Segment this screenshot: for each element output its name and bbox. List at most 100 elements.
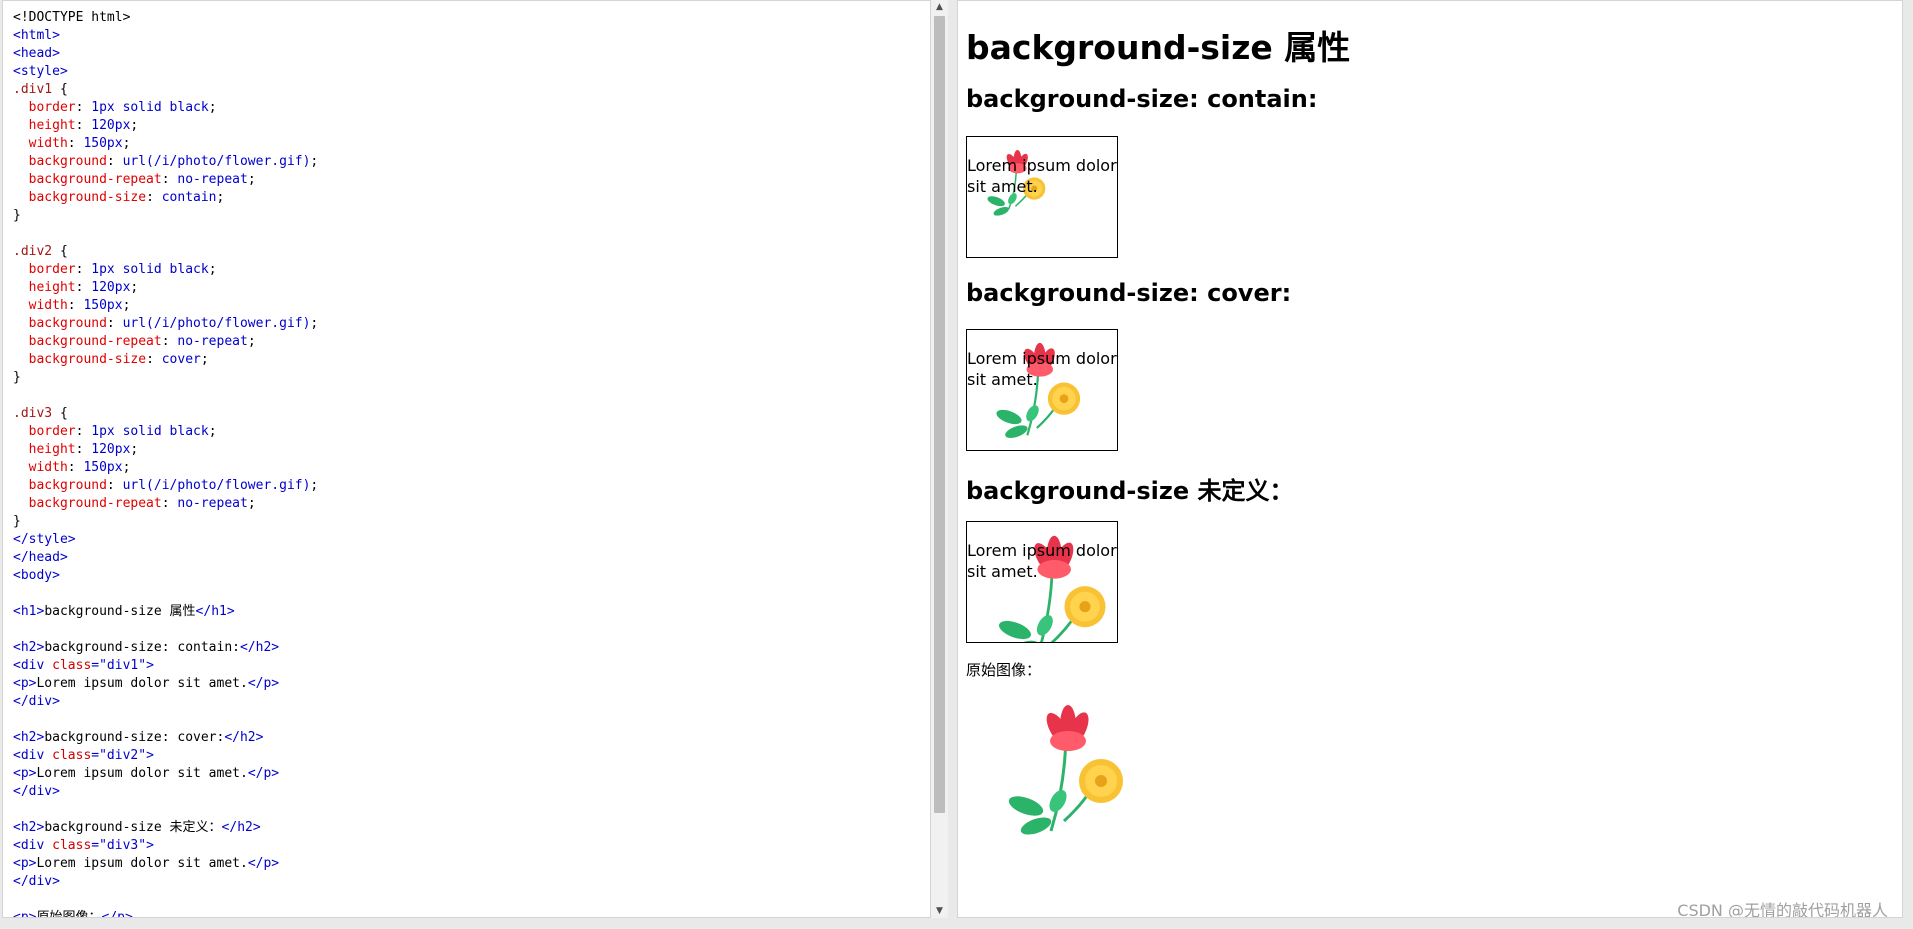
- code-line: <div class="div1">: [13, 657, 318, 675]
- code-token: class: [52, 838, 92, 853]
- code-token: :: [75, 118, 92, 133]
- code-token: 1px solid black: [91, 100, 209, 115]
- code-line: height: 120px;: [13, 441, 318, 459]
- code-line: border: 1px solid black;: [13, 423, 318, 441]
- code-token: </p>: [247, 856, 280, 871]
- code-line: <p>原始图像：</p>: [13, 909, 318, 918]
- code-token: }: [13, 208, 21, 223]
- code-token: class: [52, 748, 92, 763]
- pane-divider[interactable]: [948, 0, 957, 918]
- code-token: ;: [122, 298, 131, 313]
- code-token: url(/i/photo/flower.gif): [122, 154, 311, 169]
- code-token: </div>: [13, 694, 60, 709]
- code-token: }: [13, 514, 21, 529]
- code-token: no-repeat: [177, 496, 248, 511]
- code-line: </head>: [13, 549, 318, 567]
- code-token: background-size: contain:: [44, 640, 240, 655]
- code-token: <div: [13, 838, 53, 853]
- code-token: <h2>: [13, 640, 45, 655]
- code-line: background-size: cover;: [13, 351, 318, 369]
- result-heading-h1: background-size 属性: [966, 28, 1351, 67]
- code-token: <body>: [13, 568, 60, 583]
- code-token: :: [106, 154, 123, 169]
- code-token: </style>: [13, 532, 76, 547]
- scroll-up-icon[interactable]: ▲: [931, 0, 948, 14]
- code-token: =: [91, 658, 100, 673]
- heading-cover: background-size: cover:: [966, 279, 1292, 307]
- code-line: width: 150px;: [13, 459, 318, 477]
- code-line: <!DOCTYPE html>: [13, 9, 318, 27]
- code-line: <head>: [13, 45, 318, 63]
- code-line: .div3 {: [13, 405, 318, 423]
- code-text[interactable]: <!DOCTYPE html> <html> <head> <style> .div1 …: [13, 9, 319, 918]
- code-token: :: [75, 262, 92, 277]
- scroll-thumb[interactable]: [934, 16, 945, 813]
- code-token: .div2: [13, 244, 53, 259]
- code-token: <h2>: [13, 820, 45, 835]
- code-token: ;: [310, 154, 319, 169]
- code-token: <h1>: [13, 604, 45, 619]
- code-token: ;: [208, 100, 217, 115]
- heading-contain: background-size: contain:: [966, 85, 1318, 113]
- code-token: </h2>: [239, 640, 280, 655]
- code-token: :: [75, 100, 92, 115]
- code-token: ;: [310, 316, 319, 331]
- code-token: ;: [122, 460, 131, 475]
- code-token: contain: [161, 190, 217, 205]
- code-token: </p>: [101, 910, 133, 918]
- code-token: <h2>: [13, 730, 45, 745]
- code-line: <h2>background-size: cover:</h2>: [13, 729, 318, 747]
- editor-scrollbar[interactable]: ▲ ▼: [931, 0, 948, 918]
- original-flower-image: [1008, 705, 1123, 835]
- code-token: :: [75, 424, 92, 439]
- result-pane: background-size 属性 background-size: cont…: [957, 0, 1903, 918]
- code-line: width: 150px;: [13, 135, 318, 153]
- code-token: :: [161, 172, 178, 187]
- code-token: <html>: [13, 28, 60, 43]
- code-token: border: [13, 100, 76, 115]
- code-token: "div1": [99, 658, 147, 673]
- code-token: no-repeat: [177, 172, 248, 187]
- code-token: 120px: [91, 118, 131, 133]
- code-token: :: [67, 136, 84, 151]
- code-token: background-size: [13, 190, 147, 205]
- code-token: Lorem ipsum dolor sit amet.: [36, 856, 248, 871]
- code-token: <style>: [13, 64, 68, 79]
- code-token: url(/i/photo/flower.gif): [122, 478, 311, 493]
- code-token: ;: [130, 118, 139, 133]
- code-line: <h2>background-size: contain:</h2>: [13, 639, 318, 657]
- code-token: 150px: [83, 460, 123, 475]
- heading-undefined: background-size 未定义：: [966, 477, 1294, 505]
- code-token: <!DOCTYPE html>: [13, 10, 131, 25]
- code-token: width: [13, 460, 68, 475]
- code-token: :: [106, 316, 123, 331]
- code-token: Lorem ipsum dolor sit amet.: [36, 676, 248, 691]
- code-token: <div: [13, 748, 53, 763]
- code-token: <p>: [13, 856, 37, 871]
- code-editor[interactable]: <!DOCTYPE html> <html> <head> <style> .div1 …: [2, 0, 931, 918]
- code-token: "div3": [99, 838, 147, 853]
- code-token: background-repeat: [13, 334, 162, 349]
- code-line: <div class="div2">: [13, 747, 318, 765]
- code-token: }: [13, 370, 21, 385]
- code-token: Lorem ipsum dolor sit amet.: [36, 766, 248, 781]
- scroll-down-icon[interactable]: ▼: [931, 904, 948, 918]
- code-token: border: [13, 424, 76, 439]
- code-line: <p>Lorem ipsum dolor sit amet.</p>: [13, 855, 318, 873]
- code-token: :: [67, 298, 84, 313]
- code-token: ;: [247, 496, 256, 511]
- code-token: width: [13, 136, 68, 151]
- code-token: ;: [208, 262, 217, 277]
- code-token: height: [13, 118, 76, 133]
- code-token: ;: [216, 190, 225, 205]
- code-token: >: [146, 838, 154, 853]
- code-token: cover: [161, 352, 201, 367]
- code-token: >: [146, 748, 154, 763]
- code-token: ;: [130, 442, 139, 457]
- code-token: no-repeat: [177, 334, 248, 349]
- code-line: <h1>background-size 属性</h1>: [13, 603, 318, 621]
- demo-box-contain: Lorem ipsum dolor sit amet.: [966, 136, 1118, 258]
